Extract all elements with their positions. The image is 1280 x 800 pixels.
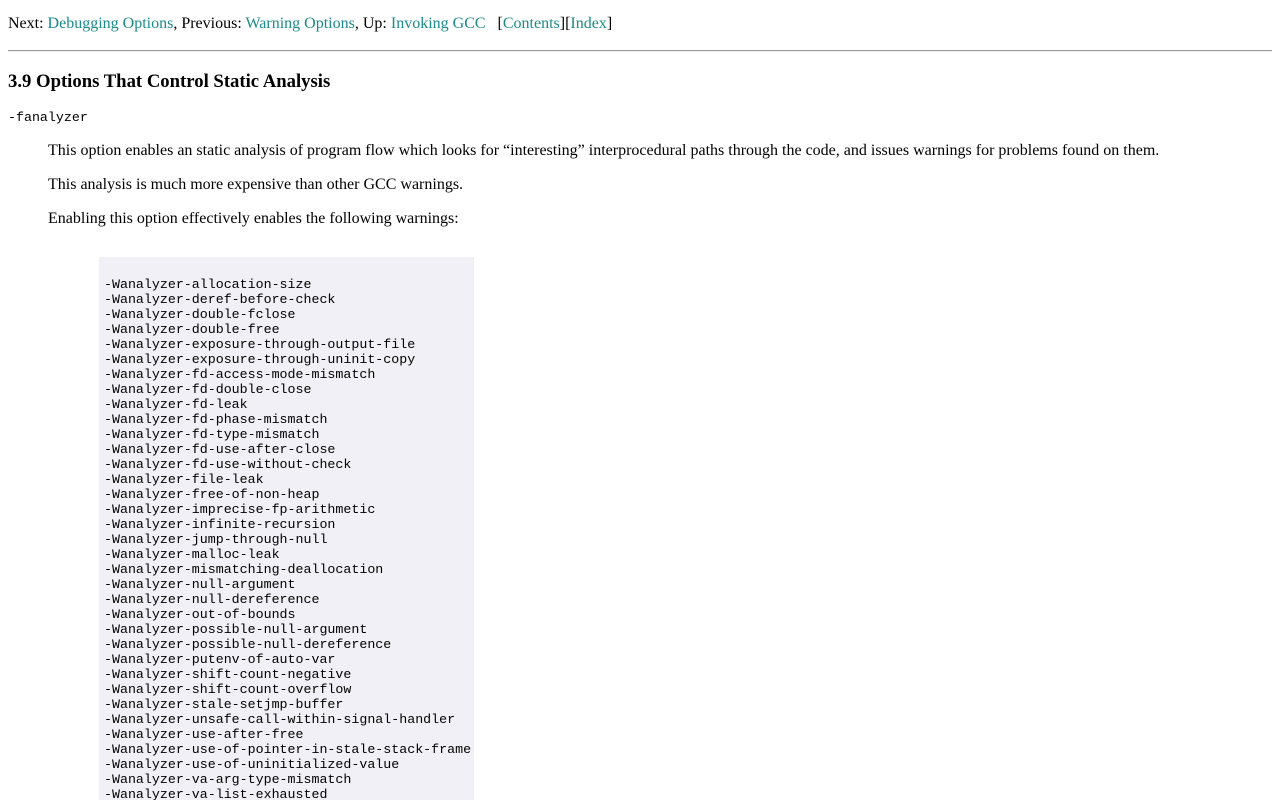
warning-flag-line: -Wanalyzer-putenv-of-auto-var	[104, 652, 336, 667]
warning-flag-line: -Wanalyzer-stale-setjmp-buffer	[104, 697, 344, 712]
warning-flag-line: -Wanalyzer-deref-before-check	[104, 292, 336, 307]
warning-flag-line: -Wanalyzer-use-after-free	[104, 727, 304, 742]
next-link-debugging-options[interactable]: Debugging Options	[48, 15, 174, 32]
next-label: Next:	[8, 15, 48, 32]
option-description-paragraph: This option enables an static analysis o…	[48, 142, 1160, 159]
warning-flag-line: -Wanalyzer-jump-through-null	[104, 532, 328, 547]
warning-flag-line: -Wanalyzer-use-of-pointer-in-stale-stack…	[104, 742, 472, 757]
warning-flag-line: -Wanalyzer-infinite-recursion	[104, 517, 336, 532]
navigation-header: Next: Debugging Options, Previous: Warni…	[8, 15, 612, 33]
warning-flag-line: -Wanalyzer-fd-use-without-check	[104, 457, 352, 472]
warning-flag-line: -Wanalyzer-va-list-exhausted	[104, 787, 328, 800]
warning-flag-line: -Wanalyzer-double-free	[104, 322, 280, 337]
option-enables-paragraph: Enabling this option effectively enables…	[48, 210, 459, 227]
warning-flag-line: -Wanalyzer-va-arg-type-mismatch	[104, 772, 352, 787]
warning-flag-line: -Wanalyzer-fd-access-mode-mismatch	[104, 367, 376, 382]
index-link[interactable]: Index	[570, 15, 606, 32]
warning-flag-line: -Wanalyzer-imprecise-fp-arithmetic	[104, 502, 376, 517]
warning-flag-line: -Wanalyzer-free-of-non-heap	[104, 487, 320, 502]
warning-flag-line: -Wanalyzer-out-of-bounds	[104, 607, 296, 622]
previous-link-warning-options[interactable]: Warning Options	[245, 15, 354, 32]
warning-flag-line: -Wanalyzer-possible-null-argument	[104, 622, 368, 637]
warning-flag-line: -Wanalyzer-fd-use-after-close	[104, 442, 336, 457]
warning-flag-line: -Wanalyzer-double-fclose	[104, 307, 296, 322]
option-term-fanalyzer: -fanalyzer	[8, 110, 88, 125]
previous-label: , Previous:	[173, 15, 246, 32]
warning-flag-line: -Wanalyzer-exposure-through-output-file	[104, 337, 416, 352]
warning-flag-line: -Wanalyzer-unsafe-call-within-signal-han…	[104, 712, 456, 727]
warning-flag-line: -Wanalyzer-file-leak	[104, 472, 264, 487]
warning-flag-line: -Wanalyzer-use-of-uninitialized-value	[104, 757, 400, 772]
warning-flag-line: -Wanalyzer-fd-phase-mismatch	[104, 412, 328, 427]
section-title: 3.9 Options That Control Static Analysis	[8, 71, 331, 92]
up-link-invoking-gcc[interactable]: Invoking GCC	[391, 15, 486, 32]
contents-link[interactable]: Contents	[503, 15, 560, 32]
warning-flag-line: -Wanalyzer-fd-type-mismatch	[104, 427, 320, 442]
horizontal-rule	[8, 50, 1272, 52]
warning-flag-line: -Wanalyzer-allocation-size	[104, 277, 312, 292]
warning-flag-line: -Wanalyzer-mismatching-deallocation	[104, 562, 384, 577]
warning-flag-line: -Wanalyzer-null-argument	[104, 577, 296, 592]
option-cost-paragraph: This analysis is much more expensive tha…	[48, 176, 464, 193]
warning-flag-line: -Wanalyzer-null-dereference	[104, 592, 320, 607]
up-label: , Up:	[354, 15, 391, 32]
bracket-close: ]	[606, 15, 613, 32]
warning-flag-line: -Wanalyzer-possible-null-dereference	[104, 637, 392, 652]
warning-flag-line: -Wanalyzer-exposure-through-uninit-copy	[104, 352, 416, 367]
warning-flag-line: -Wanalyzer-fd-leak	[104, 397, 248, 412]
warning-flag-line: -Wanalyzer-shift-count-overflow	[104, 682, 352, 697]
warning-flag-line: -Wanalyzer-fd-double-close	[104, 382, 312, 397]
warning-flag-line: -Wanalyzer-shift-count-negative	[104, 667, 352, 682]
warning-flag-line: -Wanalyzer-malloc-leak	[104, 547, 280, 562]
bracket-middle: ][	[559, 15, 571, 32]
warnings-code-block: -Wanalyzer-allocation-size -Wanalyzer-de…	[99, 257, 474, 800]
